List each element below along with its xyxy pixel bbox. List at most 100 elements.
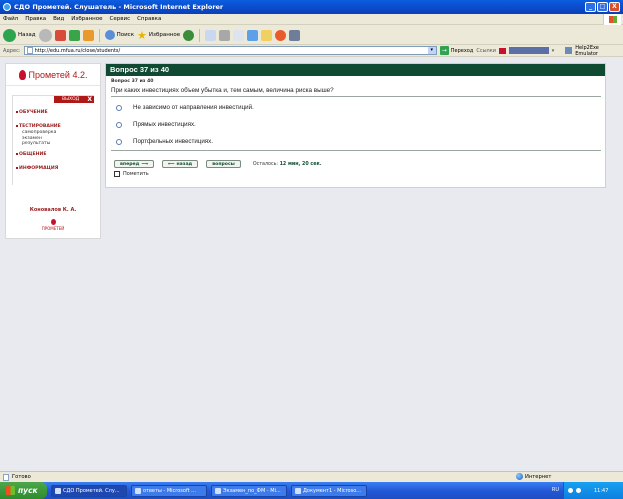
menu-favorites[interactable]: Избранное [71, 16, 102, 22]
toolbar-addon-button[interactable] [508, 47, 549, 54]
favorites-label: Избранное [148, 32, 181, 38]
small-flame-icon [50, 219, 56, 225]
menu-bar: Файл Правка Вид Избранное Сервис Справка [0, 14, 623, 25]
taskbar-item[interactable]: ответы - Microsoft ... [131, 484, 207, 497]
address-bar: Адрес: http://edu.mfua.ru/close/students… [0, 45, 623, 57]
toolbar: Назад Поиск ★ Избранное [0, 26, 623, 45]
messenger-icon[interactable] [247, 29, 259, 41]
answer-option[interactable]: Не зависимо от направления инвестиций. [116, 99, 605, 116]
address-label: Адрес: [3, 47, 21, 54]
answer-option[interactable]: Портфельных инвестициях. [116, 133, 605, 150]
star-icon: ★ [137, 28, 147, 42]
status-bar: Готово Интернет [0, 471, 623, 482]
mail-icon[interactable] [205, 29, 217, 41]
taskbar-item[interactable]: Экзамен_по_ФМ - Mi... [211, 484, 287, 497]
tray-icon[interactable] [568, 488, 573, 493]
answer-radio[interactable] [116, 121, 122, 128]
answer-list: Не зависимо от направления инвестиций. П… [106, 97, 605, 150]
question-panel: Вопрос 37 из 40 Вопрос 37 из 40 При каки… [105, 63, 606, 188]
back-arrow-icon [3, 28, 16, 42]
back-nav-label: назад [176, 161, 193, 167]
taskbar-item-label: ответы - Microsoft ... [143, 487, 196, 494]
addon-dropdown-icon[interactable]: ▾ [552, 48, 555, 54]
minimize-button[interactable]: _ [585, 2, 596, 12]
menu-file[interactable]: Файл [3, 16, 18, 22]
search-icon [104, 30, 115, 40]
answer-radio[interactable] [116, 104, 122, 111]
nav-divider [111, 150, 601, 151]
history-icon[interactable] [183, 29, 195, 41]
windows-flag-icon [6, 486, 15, 495]
sidebar-subitem-results[interactable]: результаты [22, 141, 61, 147]
arrow-right-icon: ⟶ [141, 161, 148, 167]
back-button[interactable]: Назад [3, 28, 36, 42]
user-name: Коновалов К. А. [29, 207, 77, 213]
at-icon[interactable] [275, 29, 287, 41]
sidebar: Прометей 4.2. ВЫХОД X ОБУЧЕНИЕ ТЕСТИРОВА… [5, 63, 101, 239]
forward-button[interactable] [38, 28, 52, 42]
close-button[interactable]: X [609, 2, 620, 12]
search-button[interactable]: Поиск [104, 30, 135, 40]
questions-button[interactable]: вопросы [206, 160, 241, 168]
clock[interactable]: 11:47 [594, 488, 608, 494]
mark-question[interactable]: Пометить [106, 168, 605, 177]
stop-icon[interactable] [54, 29, 66, 41]
research-icon[interactable] [289, 29, 301, 41]
home-icon[interactable] [82, 29, 94, 41]
question-subheader: Вопрос 37 из 40 [111, 79, 154, 84]
go-button[interactable]: → Переход [439, 46, 474, 55]
question-text: При каких инвестициях объем убытка и, те… [111, 87, 334, 94]
windows-logo-icon [603, 14, 621, 25]
edit-icon[interactable] [233, 29, 245, 41]
folder-icon[interactable] [261, 29, 273, 41]
menu-view[interactable]: Вид [53, 16, 64, 22]
taskbar-item-label: Экзамен_по_ФМ - Mi... [223, 487, 281, 494]
footer-logo-text: ПРОМЕТЕЙ [41, 226, 65, 231]
zone-label: Интернет [525, 473, 552, 480]
links-label[interactable]: Ссылки [476, 48, 496, 54]
toolbar-separator [98, 28, 100, 42]
next-button[interactable]: вперед ⟶ [114, 160, 154, 168]
refresh-icon[interactable] [68, 29, 80, 41]
sidebar-item-communication[interactable]: ОБЩЕНИЕ [16, 152, 61, 157]
mark-checkbox[interactable] [114, 171, 120, 177]
menu-edit[interactable]: Правка [25, 16, 46, 22]
flame-icon [18, 69, 26, 80]
favorites-button[interactable]: ★ Избранное [137, 29, 180, 42]
exit-button[interactable]: ВЫХОД X [54, 96, 94, 103]
menu-tools[interactable]: Сервис [110, 16, 131, 22]
start-button[interactable]: пуск [0, 482, 47, 499]
sidebar-menu: ВЫХОД X ОБУЧЕНИЕ ТЕСТИРОВАНИЕ самопровер… [12, 95, 94, 185]
print-icon[interactable] [219, 29, 231, 41]
ie-task-icon [55, 487, 61, 494]
address-dropdown-icon[interactable]: ▾ [427, 47, 436, 54]
tray-icon[interactable] [576, 488, 581, 493]
sidebar-item-testing[interactable]: ТЕСТИРОВАНИЕ [16, 124, 61, 129]
footer-logo: ПРОМЕТЕЙ [6, 219, 100, 231]
menu-help[interactable]: Справка [137, 16, 161, 22]
window-controls: _ □ X [585, 2, 620, 12]
next-label: вперед [120, 161, 140, 167]
go-label: Переход [450, 47, 474, 54]
globe-icon [516, 473, 523, 480]
maximize-button[interactable]: □ [597, 2, 608, 12]
language-indicator[interactable]: RU [552, 487, 559, 493]
back-nav-button[interactable]: ⟵ назад [161, 160, 199, 168]
search-label: Поиск [116, 32, 135, 38]
ie-icon [3, 3, 11, 11]
answer-radio[interactable] [116, 138, 122, 145]
taskbar-item-label: Документ1 - Microso... [303, 487, 361, 494]
back-label: Назад [18, 32, 36, 38]
sidebar-item-learning[interactable]: ОБУЧЕНИЕ [16, 110, 61, 115]
exit-label: ВЫХОД [62, 97, 80, 102]
answer-option[interactable]: Прямых инвестициях. [116, 116, 605, 133]
address-input[interactable]: http://edu.mfua.ru/close/students/ ▾ [23, 46, 437, 55]
taskbar-item[interactable]: Документ1 - Microso... [291, 484, 367, 497]
sidebar-subitem-selfcheck[interactable]: самопроверка [22, 130, 61, 136]
toolbar-addon-icon[interactable] [498, 47, 506, 54]
help2exe-label[interactable]: Help2Exe Emulator [575, 45, 623, 57]
taskbar-item[interactable]: СДО Прометей. Слу... [51, 484, 127, 497]
exit-close-icon: X [87, 96, 92, 103]
window-title-bar: СДО Прометей. Слушатель - Microsoft Inte… [0, 0, 623, 14]
sidebar-item-information[interactable]: ИНФОРМАЦИЯ [16, 166, 61, 171]
